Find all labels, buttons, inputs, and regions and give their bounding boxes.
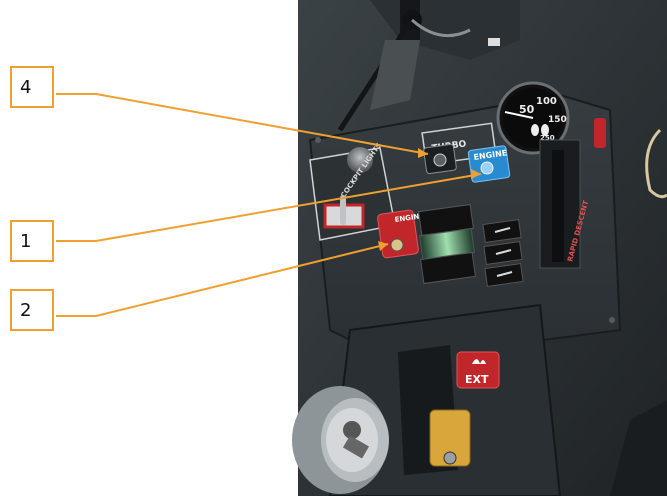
svg-text:100: 100: [536, 96, 557, 107]
svg-text:50: 50: [519, 103, 535, 116]
trim-switches: [482, 219, 524, 287]
throttle-slots: [418, 203, 476, 285]
turbo-button[interactable]: [423, 143, 457, 175]
cockpit-panel-illustration: 50 100 150 250 TURBO ENGINE COCKPIT LIGH…: [56, 0, 667, 496]
ext-button[interactable]: EXT: [456, 351, 500, 389]
svg-text:EXT: EXT: [465, 373, 489, 386]
yellow-guarded-button[interactable]: [429, 409, 471, 467]
svg-text:150: 150: [548, 115, 567, 125]
small-plug: [488, 38, 500, 46]
lever-handle: [594, 118, 606, 148]
toggle-switch[interactable]: [340, 195, 346, 225]
